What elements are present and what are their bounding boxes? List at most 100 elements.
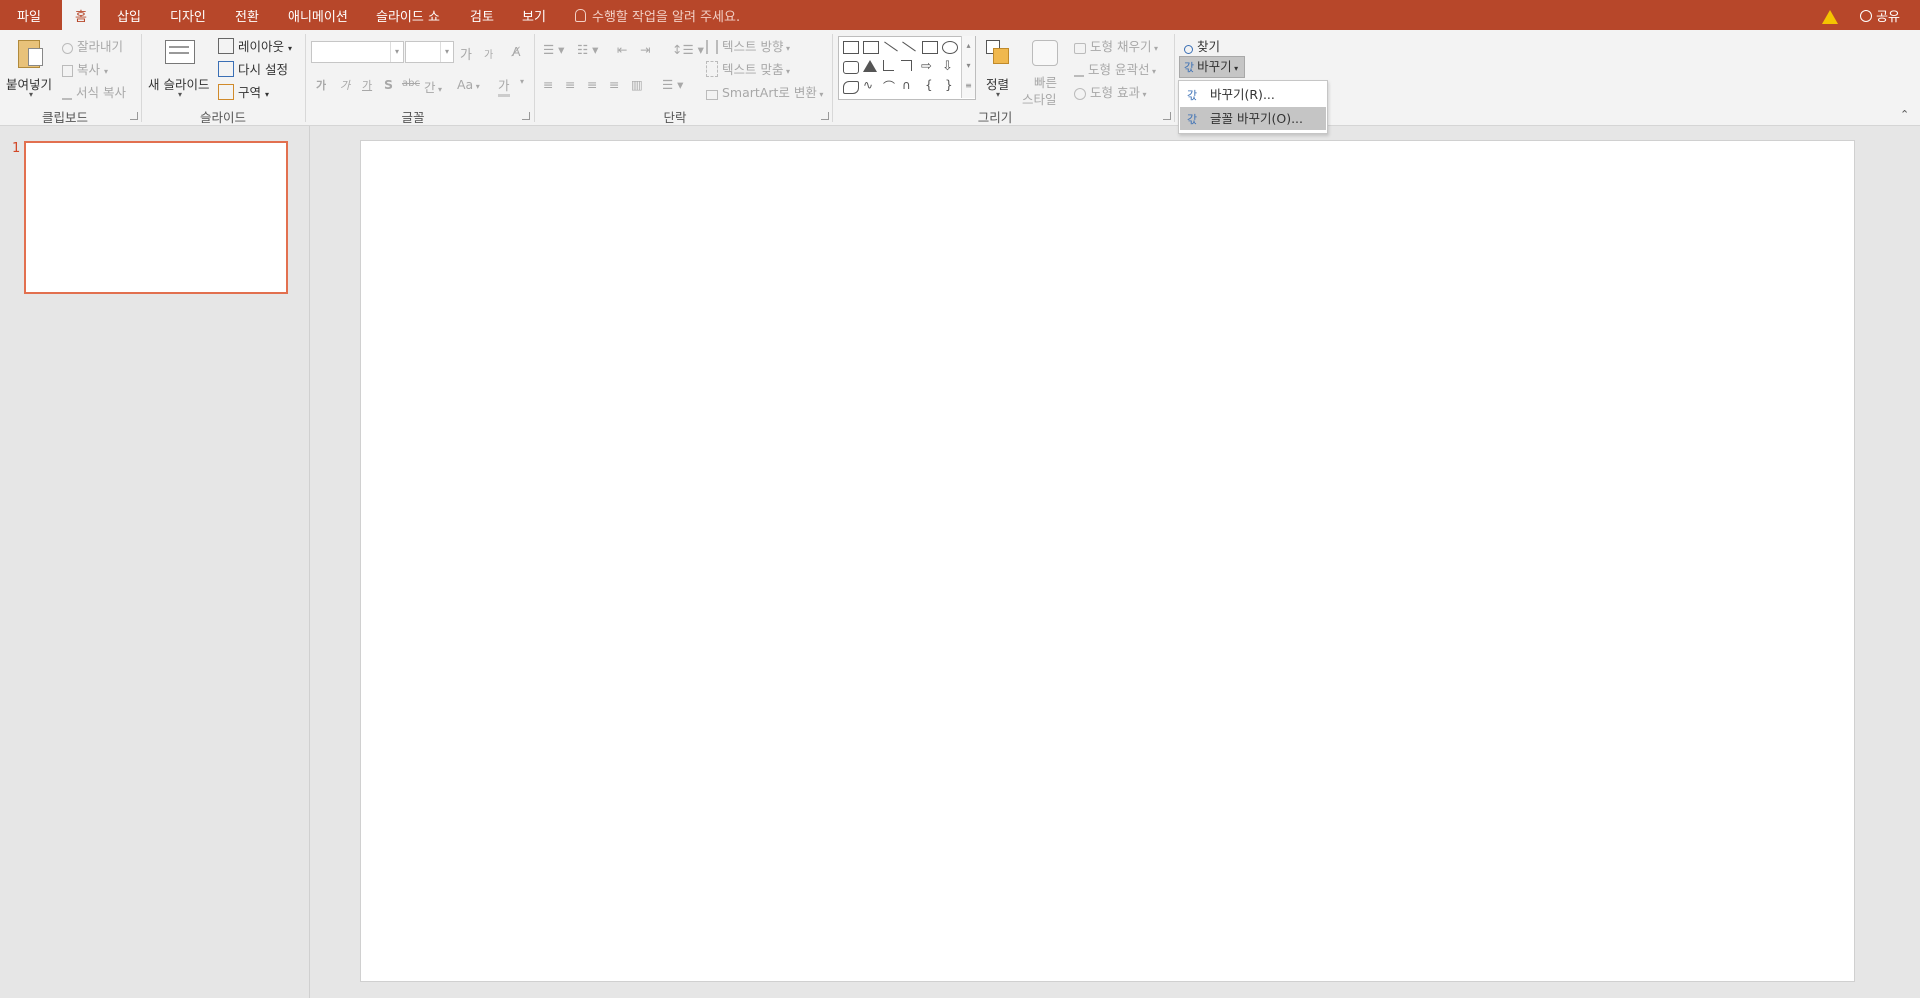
shape-effects-button[interactable]: 도형 효과 ▾: [1074, 82, 1147, 101]
clipboard-launcher-icon[interactable]: [130, 112, 138, 120]
shadow-button[interactable]: S: [384, 77, 393, 92]
quick-styles-button[interactable]: 빠른 스타일: [1018, 36, 1070, 107]
tab-file[interactable]: 파일: [17, 0, 41, 30]
down-arrow-shape-icon[interactable]: ⇩: [942, 59, 953, 74]
paint-bucket-icon: [1074, 43, 1086, 54]
columns-icon[interactable]: ▥: [631, 77, 643, 92]
align-center-icon[interactable]: ≡: [565, 77, 575, 92]
increase-indent-icon[interactable]: ⇥: [640, 42, 650, 57]
arrow-line-shape-icon[interactable]: [902, 41, 916, 52]
new-slide-button[interactable]: 새 슬라이드 ▾: [146, 36, 216, 102]
tab-animations[interactable]: 애니메이션: [288, 0, 348, 30]
lightbulb-icon: [575, 9, 586, 22]
tab-review[interactable]: 검토: [470, 0, 494, 30]
effects-icon: [1074, 88, 1086, 100]
right-brace-shape-icon[interactable]: }: [945, 78, 953, 92]
curve-shape-icon[interactable]: ∩: [902, 78, 911, 92]
arrange-button[interactable]: 정렬 ▾: [980, 36, 1020, 102]
section-button[interactable]: 구역 ▾: [218, 82, 269, 101]
font-size-combo[interactable]: ▾: [405, 41, 454, 63]
shrink-font-button[interactable]: 가: [484, 46, 493, 61]
align-left-icon[interactable]: ≡: [543, 77, 553, 92]
vertical-text-box-shape-icon[interactable]: [863, 41, 879, 54]
tab-home[interactable]: 홈: [62, 0, 100, 30]
numbering-icon[interactable]: ☷ ▾: [577, 42, 598, 57]
reset-button[interactable]: 다시 설정: [218, 59, 288, 78]
collapse-ribbon-icon[interactable]: ⌃: [1900, 108, 1909, 121]
divider: [832, 34, 833, 122]
replace-icon: 갃: [1184, 61, 1195, 74]
flowchart-shape-icon[interactable]: [843, 81, 859, 94]
shape-outline-button[interactable]: 도형 윤곽선 ▾: [1074, 59, 1156, 78]
tab-insert[interactable]: 삽입: [117, 0, 141, 30]
find-button[interactable]: 찾기: [1184, 36, 1220, 55]
arc-shape-icon[interactable]: ⌒: [883, 78, 895, 95]
section-icon: [218, 84, 234, 100]
right-arrow-shape-icon[interactable]: ⇨: [921, 59, 932, 74]
magnifier-icon: [1184, 45, 1193, 54]
menu-item-replace-fonts[interactable]: 갃 글꼴 바꾸기(O)...: [1180, 107, 1326, 130]
paragraph-launcher-icon[interactable]: [821, 112, 829, 120]
elbow-arrow-connector-shape-icon[interactable]: [901, 60, 912, 71]
tab-slide-show[interactable]: 슬라이드 쇼: [376, 0, 440, 30]
rounded-rectangle-shape-icon[interactable]: [843, 61, 859, 74]
bold-button[interactable]: 가: [316, 77, 326, 93]
character-spacing-button[interactable]: 간 ▾: [424, 77, 442, 96]
left-brace-shape-icon[interactable]: {: [925, 78, 933, 92]
replace-button[interactable]: 갃 바꾸기 ▾: [1179, 56, 1246, 78]
gallery-more-icon[interactable]: ≡: [962, 76, 975, 96]
font-name-combo[interactable]: ▾: [311, 41, 404, 63]
chevron-up-icon[interactable]: ▴: [962, 36, 975, 56]
tell-me-box[interactable]: 수행할 작업을 알려 주세요.: [575, 0, 740, 30]
strikethrough-button[interactable]: abc: [402, 78, 420, 89]
decrease-indent-icon[interactable]: ⇤: [617, 42, 627, 57]
line-spacing-icon[interactable]: ↕☰ ▾: [672, 42, 704, 57]
text-box-shape-icon[interactable]: [843, 41, 859, 54]
grow-font-button[interactable]: 가: [460, 44, 472, 63]
underline-button[interactable]: 가: [362, 77, 372, 93]
line-shape-icon[interactable]: [884, 41, 898, 52]
paste-button[interactable]: 붙여넣기 ▾: [4, 36, 56, 100]
scissors-icon: [62, 43, 73, 54]
tab-transitions[interactable]: 전환: [235, 0, 259, 30]
italic-button[interactable]: 가: [340, 77, 350, 93]
copy-icon: [62, 65, 73, 77]
shape-fill-button[interactable]: 도형 채우기 ▾: [1074, 36, 1158, 55]
drawing-launcher-icon[interactable]: [1163, 112, 1171, 120]
change-case-button[interactable]: Aa ▾: [457, 77, 480, 92]
format-painter-button[interactable]: 서식 복사: [62, 82, 126, 101]
triangle-shape-icon[interactable]: [863, 60, 877, 72]
brush-icon: [62, 92, 72, 100]
font-color-button[interactable]: 가: [498, 75, 510, 97]
clear-format-icon[interactable]: A̸: [512, 44, 521, 59]
copy-button[interactable]: 복사 ▾: [62, 59, 108, 78]
divider: [305, 34, 306, 122]
warning-icon[interactable]: [1822, 10, 1838, 24]
elbow-connector-shape-icon[interactable]: [883, 60, 894, 71]
chevron-down-icon[interactable]: ▾: [520, 77, 524, 86]
slide-thumbnail[interactable]: [24, 141, 288, 294]
layout-button[interactable]: 레이아웃 ▾: [218, 36, 292, 55]
text-direction-button[interactable]: 텍스트 방향 ▾: [706, 36, 790, 55]
slide-canvas[interactable]: [360, 140, 1855, 982]
smartart-button[interactable]: SmartArt로 변환 ▾: [706, 82, 823, 101]
chevron-down-icon[interactable]: ▾: [962, 56, 975, 76]
bullets-icon[interactable]: ☰ ▾: [543, 42, 564, 57]
menu-item-replace[interactable]: 갃 바꾸기(R)...: [1180, 83, 1326, 106]
justify-icon[interactable]: ≡: [609, 77, 619, 92]
align-columns-icon[interactable]: ☰ ▾: [662, 77, 683, 92]
font-launcher-icon[interactable]: [522, 112, 530, 120]
oval-shape-icon[interactable]: [942, 41, 958, 54]
tab-view[interactable]: 보기: [522, 0, 546, 30]
freeform-shape-icon[interactable]: ∿: [863, 78, 873, 92]
layout-icon: [218, 38, 234, 54]
rectangle-shape-icon[interactable]: [922, 41, 938, 54]
tab-design[interactable]: 디자인: [170, 0, 206, 30]
share-button[interactable]: 공유: [1860, 0, 1900, 30]
align-text-button[interactable]: 텍스트 맞춤 ▾: [706, 59, 790, 78]
shapes-gallery[interactable]: ⇨ ⇩ ∿ ⌒ ∩ { }: [838, 36, 976, 100]
cut-button[interactable]: 잘라내기: [62, 36, 123, 55]
align-right-icon[interactable]: ≡: [587, 77, 597, 92]
replace-dropdown-menu: 갃 바꾸기(R)... 갃 글꼴 바꾸기(O)...: [1178, 80, 1328, 134]
gallery-scrollbar[interactable]: ▴ ▾ ≡: [961, 36, 975, 98]
